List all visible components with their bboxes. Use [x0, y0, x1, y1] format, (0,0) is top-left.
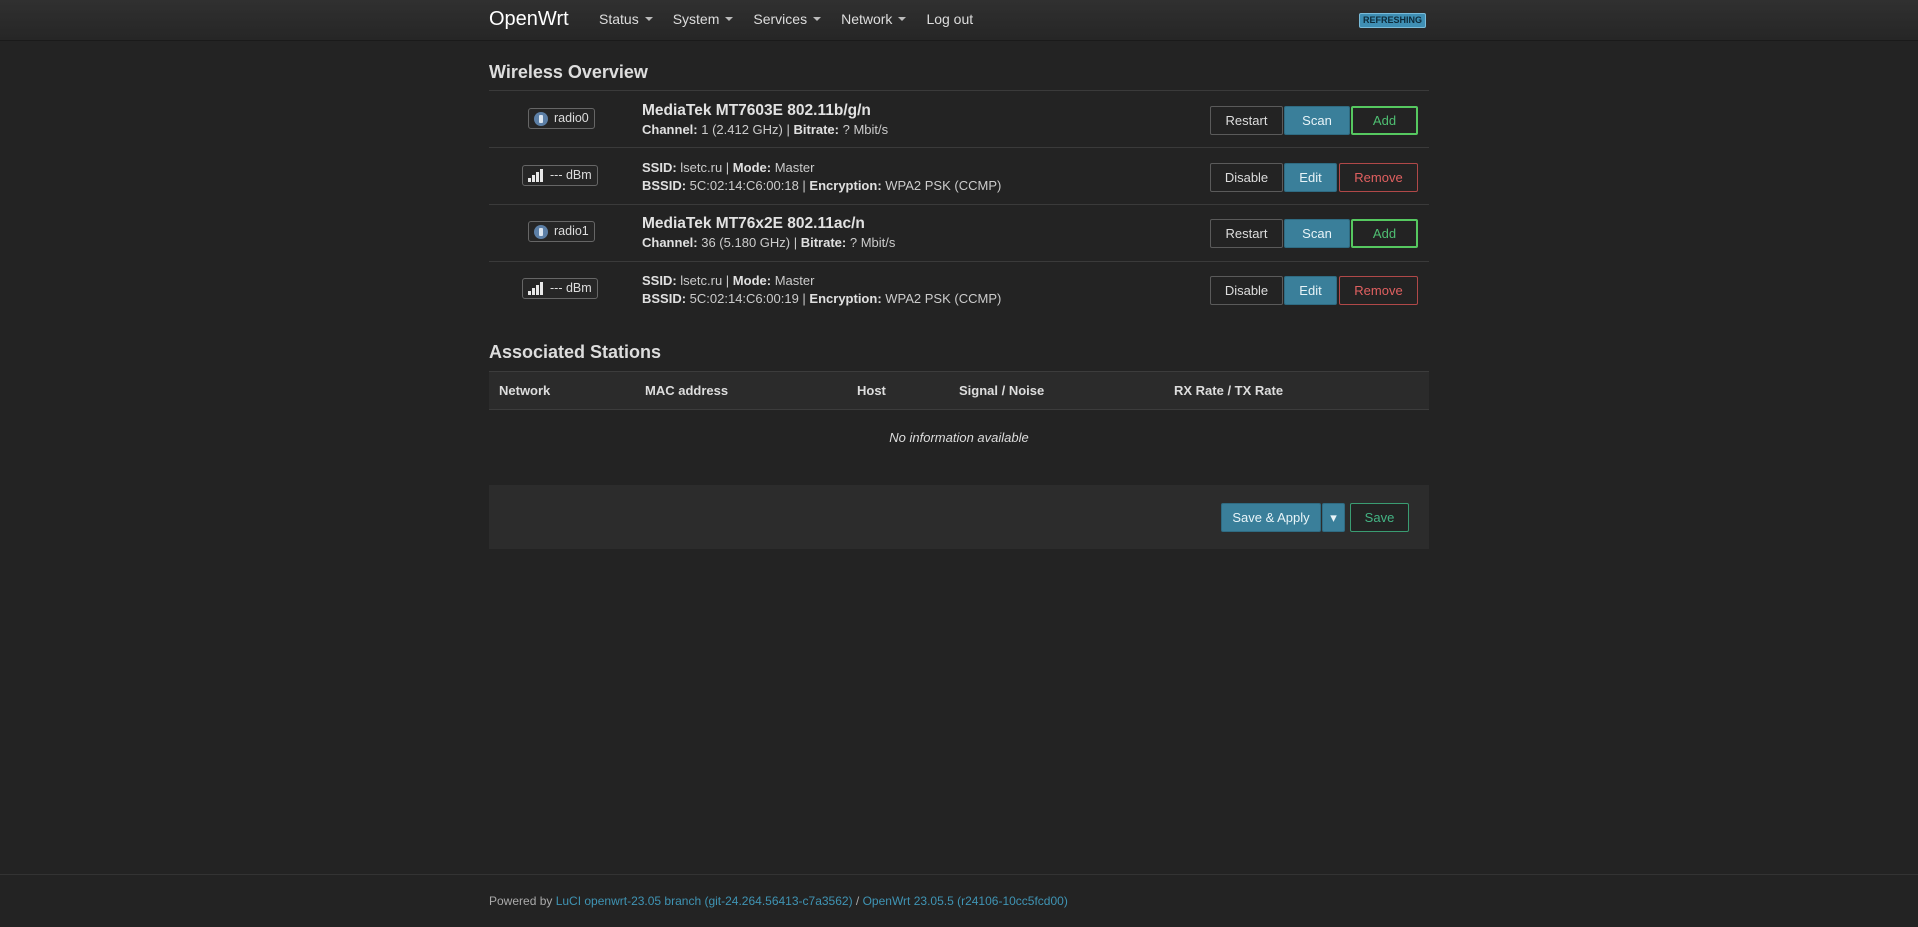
radio-row-radio0: radio0 MediaTek MT7603E 802.11b/g/n Chan… — [489, 91, 1429, 147]
edit-button[interactable]: Edit — [1284, 276, 1337, 305]
network-ssid-info: SSID: lsetc.ru | Mode: Master — [642, 160, 814, 175]
column-rx-tx-rate: RX Rate / TX Rate — [1174, 383, 1284, 398]
ssid-key: SSID: — [642, 273, 677, 288]
column-signal-noise: Signal / Noise — [959, 383, 1045, 398]
menu-services-label: Services — [753, 11, 808, 27]
radio-badge-label: radio1 — [554, 224, 589, 238]
menu-logout-label: Log out — [926, 11, 974, 27]
signal-strength-icon — [528, 169, 544, 182]
signal-badge: --- dBm — [522, 278, 598, 299]
chevron-down-icon — [725, 17, 734, 21]
channel-value: 36 (5.180 GHz) | — [697, 235, 801, 250]
radio-device-name: MediaTek MT76x2E 802.11ac/n — [642, 215, 865, 232]
footer-powered-by: Powered by — [489, 894, 556, 908]
radio-badge-label: radio0 — [554, 111, 589, 125]
bssid-value: 5C:02:14:C6:00:18 | — [686, 178, 810, 193]
channel-key: Channel: — [642, 235, 698, 250]
signal-strength-icon — [528, 282, 544, 295]
wireless-overview-title: Wireless Overview — [489, 62, 648, 82]
remove-button[interactable]: Remove — [1339, 276, 1418, 305]
chevron-down-icon — [813, 17, 822, 21]
encryption-value: WPA2 PSK (CCMP) — [881, 291, 1002, 306]
add-network-button[interactable]: Add — [1351, 106, 1418, 135]
network-ssid-info: SSID: lsetc.ru | Mode: Master — [642, 273, 814, 288]
bitrate-key: Bitrate: — [800, 235, 847, 250]
radio-channel-info: Channel: 36 (5.180 GHz) | Bitrate: ? Mbi… — [642, 235, 895, 250]
ssid-value: lsetc.ru | — [676, 160, 733, 175]
footer-separator: / — [852, 894, 863, 908]
disable-button[interactable]: Disable — [1210, 276, 1283, 305]
save-apply-dropdown-button[interactable]: ▾ — [1322, 503, 1345, 532]
add-network-button[interactable]: Add — [1351, 219, 1418, 248]
menu-services[interactable]: Services — [753, 11, 822, 27]
encryption-value: WPA2 PSK (CCMP) — [881, 178, 1002, 193]
signal-badge: --- dBm — [522, 165, 598, 186]
signal-badge-label: --- dBm — [550, 168, 592, 182]
main-menu: Status System Services Network Log out — [599, 11, 973, 27]
network-bssid-info: BSSID: 5C:02:14:C6:00:18 | Encryption: W… — [642, 178, 1001, 193]
channel-key: Channel: — [642, 122, 698, 137]
stations-table-header: Network MAC address Host Signal / Noise … — [489, 371, 1429, 410]
network-row-radio0: --- dBm SSID: lsetc.ru | Mode: Master BS… — [489, 148, 1429, 204]
save-apply-button[interactable]: Save & Apply — [1221, 503, 1321, 532]
scan-button[interactable]: Scan — [1284, 106, 1350, 135]
channel-value: 1 (2.412 GHz) | — [697, 122, 794, 137]
menu-system-label: System — [672, 11, 720, 27]
scan-button[interactable]: Scan — [1284, 219, 1350, 248]
bitrate-key: Bitrate: — [793, 122, 839, 137]
wifi-radio-icon — [534, 224, 548, 239]
bssid-key: BSSID: — [642, 178, 687, 193]
disable-button[interactable]: Disable — [1210, 163, 1283, 192]
edit-button[interactable]: Edit — [1284, 163, 1337, 192]
footer-luci-link[interactable]: LuCI openwrt-23.05 branch (git-24.264.56… — [556, 894, 853, 908]
top-navbar: OpenWrt Status System Services Network L… — [0, 0, 1918, 41]
footer-openwrt-link[interactable]: OpenWrt 23.05.5 (r24106-10cc5fcd00) — [863, 894, 1068, 908]
column-network: Network — [499, 383, 551, 398]
brand-logo[interactable]: OpenWrt — [489, 8, 569, 31]
menu-network-label: Network — [841, 11, 893, 27]
chevron-down-icon — [644, 17, 653, 21]
column-mac-address: MAC address — [645, 383, 729, 398]
encryption-key: Encryption: — [809, 178, 882, 193]
radio-channel-info: Channel: 1 (2.412 GHz) | Bitrate: ? Mbit… — [642, 122, 888, 137]
ssid-key: SSID: — [642, 160, 677, 175]
bssid-key: BSSID: — [642, 291, 687, 306]
radio-device-name: MediaTek MT7603E 802.11b/g/n — [642, 102, 871, 119]
stations-empty-message: No information available — [889, 430, 1029, 445]
remove-button[interactable]: Remove — [1339, 163, 1418, 192]
bssid-value: 5C:02:14:C6:00:19 | — [686, 291, 810, 306]
ssid-value: lsetc.ru | — [676, 273, 733, 288]
radio-badge: radio0 — [528, 108, 595, 129]
menu-logout[interactable]: Log out — [926, 11, 973, 27]
menu-status[interactable]: Status — [599, 11, 653, 27]
bitrate-value: ? Mbit/s — [839, 122, 889, 137]
menu-network[interactable]: Network — [841, 11, 907, 27]
chevron-down-icon — [898, 17, 907, 21]
associated-stations-title: Associated Stations — [489, 342, 662, 362]
column-host: Host — [857, 383, 886, 398]
menu-system[interactable]: System — [673, 11, 734, 27]
page-actions: Save & Apply ▾ Save — [489, 485, 1429, 549]
mode-value: Master — [771, 160, 815, 175]
menu-status-label: Status — [599, 11, 639, 27]
restart-button[interactable]: Restart — [1210, 106, 1283, 135]
radio-row-radio1: radio1 MediaTek MT76x2E 802.11ac/n Chann… — [489, 204, 1429, 260]
save-button[interactable]: Save — [1350, 503, 1409, 532]
mode-key: Mode: — [732, 273, 772, 288]
wifi-radio-icon — [534, 111, 548, 126]
encryption-key: Encryption: — [809, 291, 882, 306]
network-bssid-info: BSSID: 5C:02:14:C6:00:19 | Encryption: W… — [642, 291, 1001, 306]
bitrate-value: ? Mbit/s — [846, 235, 896, 250]
mode-key: Mode: — [732, 160, 772, 175]
footer-divider — [0, 874, 1918, 875]
restart-button[interactable]: Restart — [1210, 219, 1283, 248]
signal-badge-label: --- dBm — [550, 281, 592, 295]
mode-value: Master — [771, 273, 815, 288]
network-row-radio1: --- dBm SSID: lsetc.ru | Mode: Master BS… — [489, 261, 1429, 317]
refreshing-badge[interactable]: REFRESHING — [1359, 13, 1427, 28]
footer: Powered by LuCI openwrt-23.05 branch (gi… — [489, 894, 1068, 908]
radio-badge: radio1 — [528, 221, 595, 242]
